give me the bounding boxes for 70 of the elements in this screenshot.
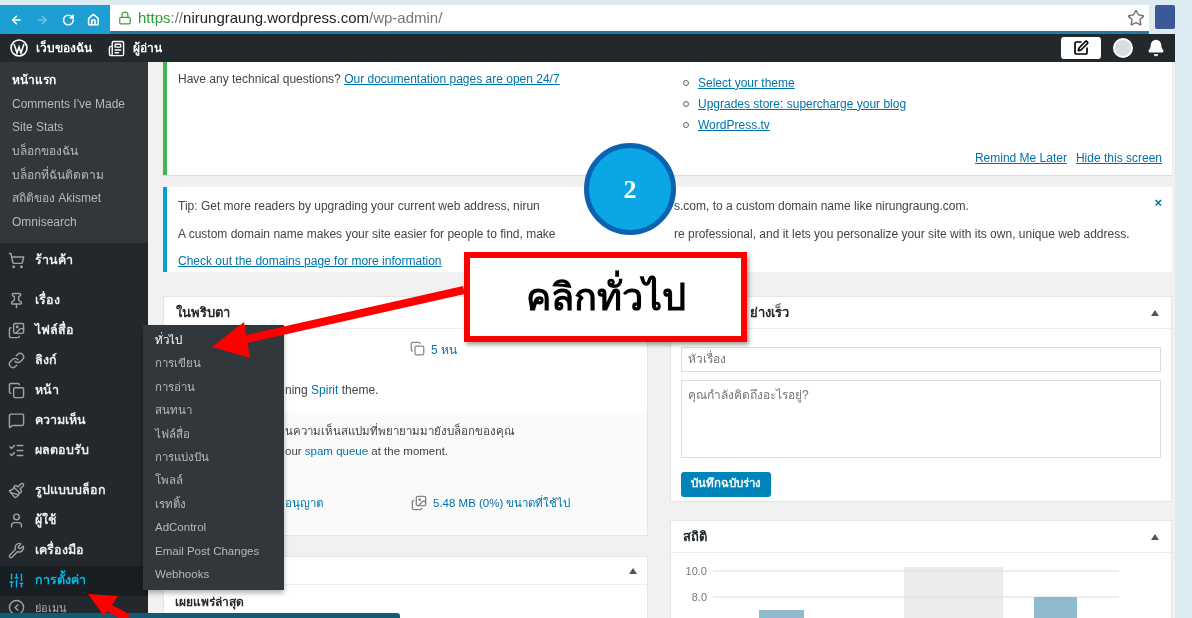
sidebar-subitem[interactable]: Site Stats	[0, 116, 148, 141]
akismet-text: นความเห็นสแปมที่พยายามมายังบล็อกของคุณ	[285, 423, 516, 440]
lock-icon	[118, 11, 132, 25]
images-icon	[411, 495, 427, 512]
welcome-link[interactable]: Upgrades store: supercharge your blog	[698, 94, 907, 113]
welcome-link[interactable]: WordPress.tv	[698, 115, 770, 134]
admin-bar-link[interactable]: เว็บของฉัน	[36, 39, 92, 57]
pages-icon	[410, 341, 425, 356]
wrench-icon	[8, 542, 25, 560]
sidebar-subitem[interactable]: สถิติของ Akismet	[0, 187, 148, 212]
sidebar-menu-item[interactable]: ร้านค้า	[0, 245, 148, 276]
reader-icon[interactable]	[108, 39, 125, 57]
content-field[interactable]: คุณกำลังคิดถึงอะไรอยู่?	[681, 379, 1161, 458]
pin-icon	[8, 292, 25, 310]
callout-box: คลิกทั่วไป	[464, 252, 747, 342]
notice-text: s.com, to a custom domain name like nirungraung.com.	[673, 198, 969, 215]
panel-title: ในพริบตา	[176, 303, 230, 322]
sidebar-subitem[interactable]: Omnisearch	[0, 211, 148, 235]
speech-bubble-icon	[8, 412, 25, 430]
storage-text: 5.48 MB (0%) ขนาดที่ใช้ไป	[433, 494, 571, 511]
close-button[interactable]: ×	[1154, 196, 1162, 209]
cart-icon	[8, 252, 25, 270]
pen-icon	[1073, 40, 1089, 56]
section-heading: เผยแพร่ล่าสุด	[174, 594, 245, 609]
home-icon[interactable]	[87, 11, 100, 28]
help-text: Have any technical questions? Our documentation pages are open 24/7	[178, 71, 561, 88]
pages-count-link[interactable]: 5 หน	[431, 341, 457, 359]
collapse-triangle-icon[interactable]	[1151, 309, 1159, 316]
notice-text: Tip: Get more readers by upgrading your current web address, nirun	[178, 198, 540, 215]
save-draft-button[interactable]: บันทึกฉบับร่าง	[681, 471, 771, 497]
axis-label: 8.0	[691, 590, 707, 604]
pages-icon	[8, 382, 25, 400]
welcome-action-link[interactable]: Remind Me Later	[974, 149, 1067, 167]
welcome-link[interactable]: Select your theme	[698, 73, 795, 92]
address-bar[interactable]: https://nirungraung.wordpress.com/wp-admin/	[110, 5, 1149, 34]
collapse-triangle-icon[interactable]	[1151, 533, 1159, 540]
avatar[interactable]	[1113, 38, 1133, 58]
axis-label: 10.0	[685, 564, 707, 578]
compose-button[interactable]	[1061, 37, 1101, 59]
allowed-link[interactable]: อนุญาต	[285, 494, 411, 512]
spam-queue-link[interactable]: spam queue	[304, 445, 369, 458]
sliders-icon	[8, 572, 25, 590]
notice-text: re professional, and it lets you personalize your site with its own, unique web address.	[673, 226, 1130, 243]
welcome-action-link[interactable]: Hide this screen	[1075, 149, 1162, 167]
sidebar-menu-item[interactable]: การตั้งค่า	[0, 565, 148, 596]
wordpress-logo-icon[interactable]	[10, 39, 28, 57]
panel-title: ย่างเร็ว	[750, 302, 789, 322]
collapse-triangle-icon[interactable]	[629, 567, 637, 574]
panel-title: สถิติ	[683, 527, 707, 546]
documentation-link[interactable]: Our documentation pages are open 24/7	[344, 72, 560, 86]
sidebar-subitem[interactable]: Comments I've Made	[0, 92, 148, 117]
reload-icon[interactable]	[61, 11, 75, 28]
star-icon[interactable]	[1127, 9, 1145, 27]
spam-queue-text: our spam queue at the moment.	[285, 444, 450, 460]
sidebar-menu-item[interactable]: เรื่อง	[0, 285, 148, 316]
pointer-arrow	[88, 594, 130, 618]
url-text: https://nirungraung.wordpress.com/wp-admin/	[138, 7, 443, 28]
sidebar-subitem[interactable]: หน้าแรก	[0, 69, 148, 93]
notice-text: A custom domain name makes your site easier for people to find, make	[178, 226, 556, 243]
admin-bar-link[interactable]: ผู้อ่าน	[133, 39, 162, 57]
link-icon	[8, 352, 25, 370]
paintbrush-icon	[8, 482, 25, 500]
images-icon	[8, 322, 25, 340]
title-field[interactable]: หัวเรื่อง	[681, 346, 1161, 372]
domains-link[interactable]: Check out the domains page for more information	[178, 252, 442, 270]
bell-icon[interactable]	[1147, 39, 1165, 57]
theme-link[interactable]: Spirit	[311, 383, 339, 397]
sidebar-subitem[interactable]: บล็อกที่ฉันติดตาม	[0, 163, 148, 188]
user-icon	[8, 512, 25, 530]
sidebar-subitem[interactable]: บล็อกของฉัน	[0, 140, 148, 164]
